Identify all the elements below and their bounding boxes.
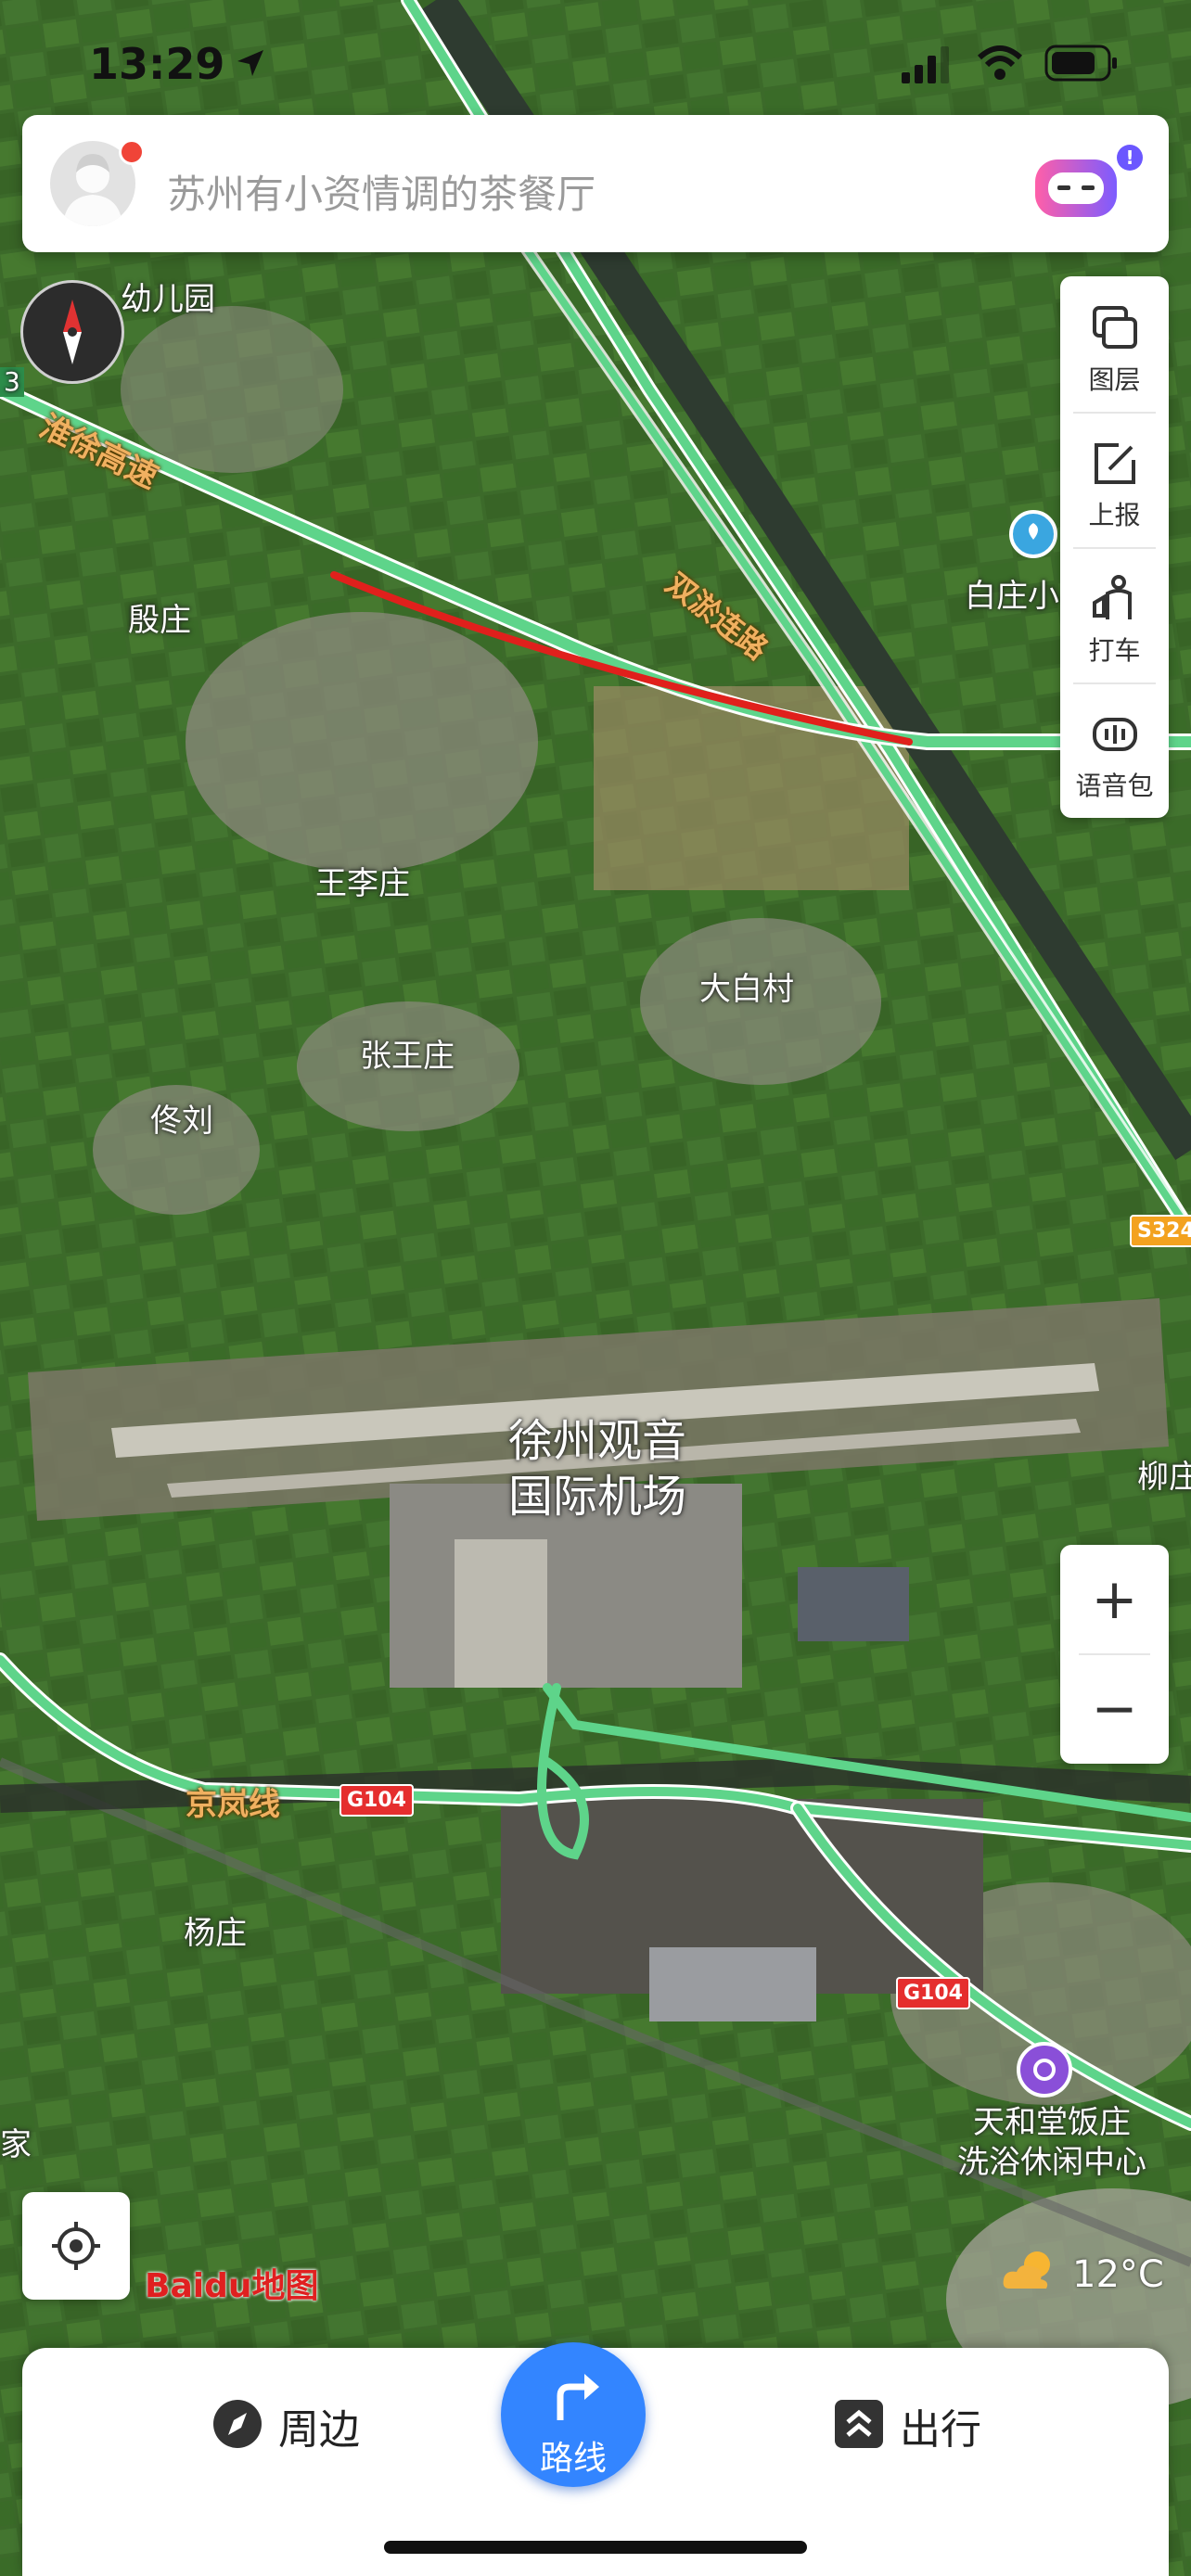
compass-button[interactable] bbox=[20, 280, 124, 384]
home-indicator[interactable] bbox=[384, 2541, 807, 2554]
airport-name-line2: 国际机场 bbox=[508, 1471, 687, 1523]
zoom-controls: + − bbox=[1060, 1545, 1169, 1764]
travel-icon bbox=[835, 2400, 883, 2448]
wifi-icon bbox=[977, 45, 1023, 80]
zoom-out-button[interactable]: − bbox=[1060, 1654, 1169, 1764]
search-input[interactable]: 苏州有小资情调的茶餐厅 bbox=[167, 163, 596, 220]
satellite-map[interactable] bbox=[0, 0, 1191, 2576]
poi-school-icon[interactable] bbox=[1007, 508, 1059, 564]
tool-taxi[interactable]: 打车 bbox=[1060, 547, 1169, 682]
map-label-edge-top: 3 bbox=[0, 367, 24, 397]
map-label-baizhuang[interactable]: 白庄小 bbox=[965, 580, 1059, 612]
map-label-wangli[interactable]: 王李庄 bbox=[315, 868, 410, 899]
status-bar: 13:29 bbox=[0, 0, 1191, 121]
tool-layers-label: 图层 bbox=[1088, 364, 1141, 395]
zoom-in-button[interactable]: + bbox=[1060, 1545, 1169, 1654]
search-bar[interactable]: 苏州有小资情调的茶餐厅 ! bbox=[22, 115, 1169, 252]
assistant-robot-icon[interactable] bbox=[1031, 152, 1124, 223]
poi-spa-icon[interactable] bbox=[1015, 2040, 1074, 2099]
taxi-icon bbox=[1093, 575, 1132, 619]
map-label-liuzhuang[interactable]: 柳庄 bbox=[1137, 1461, 1191, 1493]
poi-label[interactable]: 天和堂饭庄 洗浴休闲中心 bbox=[957, 2103, 1146, 2182]
poi-name-line1: 天和堂饭庄 bbox=[973, 2104, 1131, 2141]
map-label-airport[interactable]: 徐州观音 国际机场 bbox=[508, 1413, 686, 1524]
report-icon bbox=[1095, 443, 1135, 484]
voice-pack-icon bbox=[1093, 718, 1137, 751]
route-button[interactable]: 路线 bbox=[501, 2342, 646, 2487]
tool-layers[interactable]: 图层 bbox=[1060, 276, 1169, 412]
tool-report[interactable]: 上报 bbox=[1060, 412, 1169, 547]
nav-nearby-label: 周边 bbox=[278, 2406, 360, 2454]
route-arrow-icon bbox=[557, 2374, 599, 2420]
notification-dot bbox=[119, 139, 145, 165]
map-label-edge-left: 家 bbox=[0, 2126, 32, 2163]
baidu-map-logo: Baidu地图 bbox=[145, 2259, 318, 2307]
layers-icon bbox=[1093, 306, 1137, 349]
map-label-zhangwang[interactable]: 张王庄 bbox=[360, 1040, 455, 1072]
cellular-signal-icon bbox=[902, 46, 949, 83]
partly-cloudy-icon bbox=[1003, 2251, 1050, 2289]
tool-taxi-label: 打车 bbox=[1088, 635, 1141, 666]
highway-shield-g104-2: G104 bbox=[896, 1977, 970, 2009]
location-arrow-icon bbox=[237, 50, 263, 76]
logo-text: Baidu地图 bbox=[145, 2267, 319, 2305]
map-label-kindergarten[interactable]: 幼儿园 bbox=[121, 284, 215, 315]
tool-voice-pack-label: 语音包 bbox=[1075, 771, 1154, 801]
nav-travel-label: 出行 bbox=[900, 2406, 981, 2454]
compass-icon bbox=[63, 300, 82, 364]
map-label-dabai[interactable]: 大白村 bbox=[699, 974, 794, 1005]
battery-icon bbox=[1044, 45, 1117, 82]
map-label-tongliu[interactable]: 佟刘 bbox=[150, 1105, 213, 1137]
weather-temp: 12°C bbox=[1072, 2253, 1164, 2296]
crosshair-icon bbox=[52, 2222, 100, 2270]
route-label: 路线 bbox=[539, 2440, 607, 2478]
status-time: 13:29 bbox=[89, 39, 225, 89]
tool-voice-pack[interactable]: 语音包 bbox=[1060, 682, 1169, 818]
highway-shield-s324: S324 bbox=[1130, 1215, 1191, 1247]
airport-name-line1: 徐州观音 bbox=[508, 1415, 687, 1467]
map-tools-panel: 图层 上报 打车 语音包 bbox=[1060, 276, 1169, 818]
locate-me-button[interactable] bbox=[22, 2192, 130, 2300]
highway-shield-g104: G104 bbox=[339, 1784, 414, 1817]
tool-report-label: 上报 bbox=[1088, 500, 1141, 530]
compass-nearby-icon bbox=[213, 2400, 262, 2448]
road-label-jinglan: 京岚线 bbox=[186, 1786, 280, 1823]
map-label-yangzhuang[interactable]: 杨庄 bbox=[184, 1918, 247, 1949]
assistant-badge: ! bbox=[1117, 145, 1143, 171]
map-label-yinzhuang[interactable]: 殷庄 bbox=[128, 605, 191, 636]
poi-name-line2: 洗浴休闲中心 bbox=[957, 2143, 1146, 2181]
